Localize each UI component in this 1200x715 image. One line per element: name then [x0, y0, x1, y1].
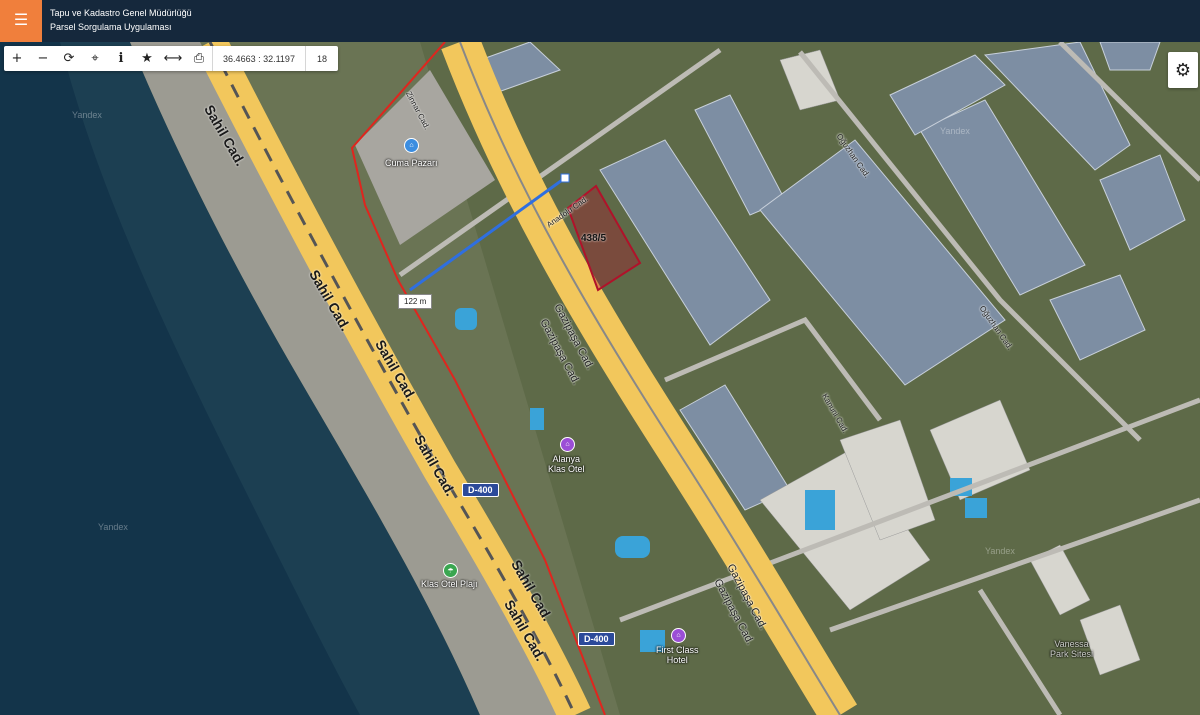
app-title-app: Parsel Sorgulama Uygulaması [50, 22, 172, 32]
app-header: ☰ Tapu ve Kadastro Genel Müdürlüğü Parse… [0, 0, 1200, 42]
beach-poi-icon[interactable]: ☂ [443, 563, 458, 578]
locate-icon[interactable]: ⌖ [82, 46, 108, 71]
map-canvas[interactable]: Sahil Cad. Sahil Cad. Sahil Cad. Sahil C… [0, 42, 1200, 715]
yandex-watermark-4: Yandex [985, 546, 1015, 556]
coordinate-readout: 36.4663 : 32.1197 [212, 46, 305, 71]
zoom-level-readout: 18 [305, 46, 338, 71]
yandex-watermark-1: Yandex [72, 110, 102, 120]
app-titles: Tapu ve Kadastro Genel Müdürlüğü Parsel … [50, 6, 192, 34]
poi-label-cuma-pazari: Cuma Pazarı [385, 158, 438, 168]
app-title-org: Tapu ve Kadastro Genel Müdürlüğü [50, 8, 192, 18]
measurement-label: 122 m [398, 294, 433, 309]
poi-label-klas-plaji: Klas Otel Plajı [421, 579, 478, 589]
poi-label-first-class: First Class Hotel [656, 645, 699, 665]
road-shield-d400-1: D-400 [462, 483, 499, 497]
hotel-poi-icon-first-class[interactable]: ⌂ [671, 628, 686, 643]
satellite-map [0, 42, 1200, 715]
print-icon[interactable]: ⎙ [186, 46, 212, 71]
settings-gear-icon[interactable]: ⚙ [1168, 52, 1198, 88]
shopping-poi-icon[interactable]: ⌂ [404, 138, 419, 153]
refresh-icon[interactable]: ⟳ [56, 46, 82, 71]
zoom-out-button[interactable]: − [30, 46, 56, 71]
menu-button[interactable]: ☰ [0, 0, 42, 42]
area-label-vanessa: Vanessa Park Sitesi [1050, 639, 1094, 659]
info-icon[interactable]: i [108, 46, 134, 71]
hotel-poi-icon-klas[interactable]: ⌂ [560, 437, 575, 452]
yandex-watermark-3: Yandex [940, 126, 970, 136]
yandex-watermark-2: Yandex [98, 522, 128, 532]
measure-distance-icon[interactable]: ⟷ [160, 46, 186, 71]
favorite-star-icon[interactable]: ★ [134, 46, 160, 71]
road-shield-d400-2: D-400 [578, 632, 615, 646]
poi-label-alanya-klas: Alanya Klas Otel [548, 454, 585, 474]
hamburger-icon: ☰ [13, 12, 29, 29]
parcel-id-label: 438/5 [581, 233, 607, 244]
zoom-in-button[interactable]: + [4, 46, 30, 71]
map-toolbar: + − ⟳ ⌖ i ★ ⟷ ⎙ 36.4663 : 32.1197 18 [4, 46, 338, 71]
